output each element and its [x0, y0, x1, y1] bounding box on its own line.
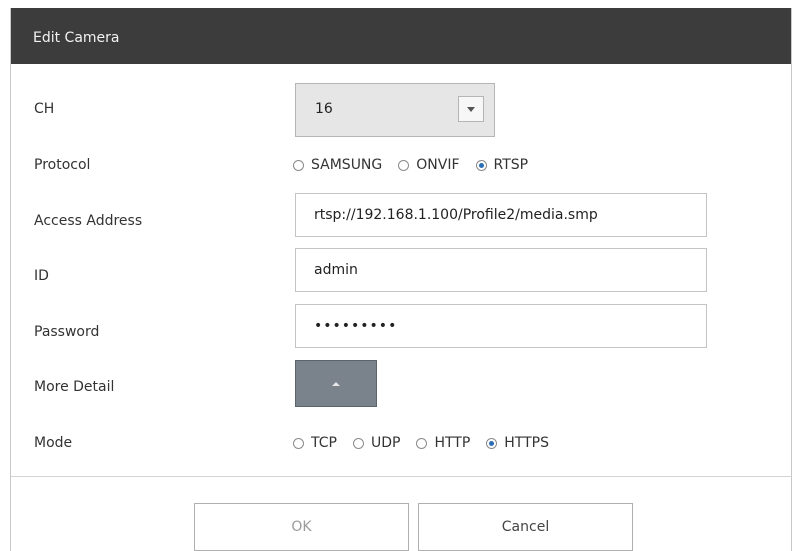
mode-radio-http[interactable]: HTTP — [416, 435, 470, 451]
protocol-option-label: ONVIF — [416, 157, 460, 173]
id-label: ID — [34, 268, 49, 284]
radio-circle-checked — [486, 437, 498, 449]
mode-radio-https[interactable]: HTTPS — [486, 435, 549, 451]
mode-radio-udp[interactable]: UDP — [352, 435, 401, 451]
access-address-input[interactable]: rtsp://192.168.1.100/Profile2/media.smp — [295, 193, 707, 237]
footer-divider — [11, 476, 791, 477]
ok-button[interactable]: OK — [194, 503, 409, 551]
mode-radio-tcp[interactable]: TCP — [293, 435, 337, 451]
radio-circle — [352, 437, 364, 449]
protocol-radio-group: SAMSUNG ONVIF RTSP — [293, 157, 544, 173]
dialog-title: Edit Camera — [11, 8, 791, 64]
mode-radio-group: TCP UDP HTTP HTTPS — [293, 435, 565, 451]
ch-label: CH — [34, 101, 55, 117]
radio-circle — [416, 437, 428, 449]
ch-select-value: 16 — [315, 101, 333, 117]
mode-option-label: TCP — [311, 435, 337, 451]
mode-option-label: UDP — [370, 435, 401, 451]
cancel-button[interactable]: Cancel — [418, 503, 633, 551]
ch-select[interactable]: 16 — [295, 83, 495, 137]
protocol-label: Protocol — [34, 157, 91, 173]
protocol-radio-onvif[interactable]: ONVIF — [398, 157, 460, 173]
id-input[interactable]: admin — [295, 248, 707, 292]
chevron-down-icon — [467, 106, 475, 112]
protocol-radio-samsung[interactable]: SAMSUNG — [293, 157, 382, 173]
password-input[interactable]: ••••••••• — [295, 304, 707, 348]
mode-option-label: HTTP — [434, 435, 471, 451]
radio-circle-checked — [475, 159, 487, 171]
protocol-radio-rtsp[interactable]: RTSP — [475, 157, 529, 173]
password-label: Password — [34, 324, 100, 340]
collapse-detail-button[interactable] — [295, 360, 377, 407]
mode-option-label: HTTPS — [504, 435, 549, 451]
protocol-option-label: SAMSUNG — [311, 157, 383, 173]
more-detail-label: More Detail — [34, 379, 115, 395]
access-address-label: Access Address — [34, 213, 143, 229]
mode-label: Mode — [34, 435, 73, 451]
radio-circle — [398, 159, 410, 171]
edit-camera-dialog: Edit Camera CH 16 Protocol SAMSUNG ONVIF… — [10, 8, 792, 551]
chevron-up-icon — [332, 381, 340, 386]
radio-circle — [293, 437, 304, 449]
protocol-option-label: RTSP — [493, 157, 529, 173]
dropdown-button[interactable] — [458, 96, 484, 122]
radio-circle — [293, 159, 304, 171]
